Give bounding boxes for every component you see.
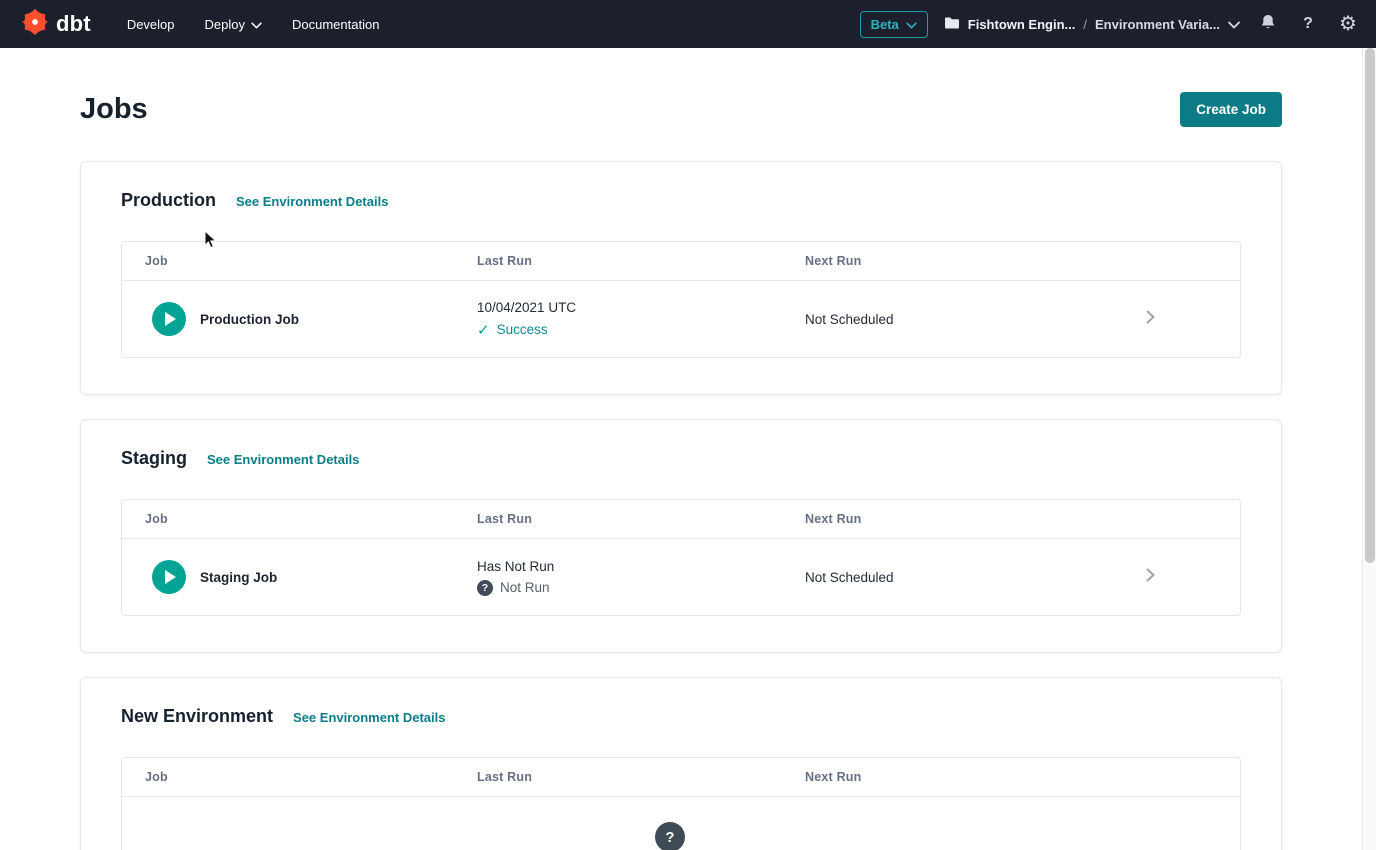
job-table-header: Job Last Run Next Run <box>122 500 1240 539</box>
job-table: Job Last Run Next Run Production Job 10/… <box>121 241 1241 358</box>
column-header-next-run: Next Run <box>782 254 1060 268</box>
job-table-header: Job Last Run Next Run <box>122 242 1240 281</box>
row-chevron-cell <box>1060 308 1240 331</box>
help-button[interactable]: ? <box>1296 12 1320 36</box>
nav-deploy-label: Deploy <box>205 17 245 32</box>
question-circle-icon: ? <box>477 580 493 596</box>
column-header-last-run: Last Run <box>454 512 782 526</box>
beta-selector[interactable]: Beta <box>860 11 928 38</box>
nav-item-deploy[interactable]: Deploy <box>205 17 262 32</box>
chevron-down-icon <box>251 17 262 32</box>
environment-card-header: Production See Environment Details <box>121 190 1241 211</box>
topbar-right: Beta Fishtown Engin... / Environment Var… <box>860 11 1360 38</box>
column-header-next-run: Next Run <box>782 770 1060 784</box>
run-job-button[interactable] <box>152 560 186 594</box>
page-title: Jobs <box>80 93 148 126</box>
nav-documentation-label: Documentation <box>292 17 379 32</box>
see-environment-details-link[interactable]: See Environment Details <box>236 194 388 209</box>
check-icon: ✓ <box>477 321 490 339</box>
play-icon <box>165 570 176 584</box>
nav-item-documentation[interactable]: Documentation <box>292 17 379 32</box>
run-job-button[interactable] <box>152 302 186 336</box>
status-label: Not Run <box>500 580 550 595</box>
beta-label: Beta <box>871 17 899 32</box>
environment-card-header: Staging See Environment Details <box>121 448 1241 469</box>
column-header-job: Job <box>122 770 454 784</box>
page-header: Jobs Create Job <box>80 92 1282 127</box>
bell-icon <box>1259 13 1277 35</box>
notifications-button[interactable] <box>1256 12 1280 36</box>
create-job-button[interactable]: Create Job <box>1180 92 1282 127</box>
job-name: Production Job <box>200 312 299 327</box>
gear-icon: ⚙ <box>1339 14 1357 34</box>
column-header-next-run: Next Run <box>782 512 1060 526</box>
breadcrumb-account: Fishtown Engin... <box>968 17 1076 32</box>
status-label: Success <box>497 322 548 337</box>
environment-card-staging: Staging See Environment Details Job Last… <box>80 419 1282 653</box>
last-run-date: Has Not Run <box>477 559 782 574</box>
chevron-right-icon <box>1141 566 1159 589</box>
environment-card-header: New Environment See Environment Details <box>121 706 1241 727</box>
top-navigation: Develop Deploy Documentation <box>127 17 410 32</box>
job-table: Job Last Run Next Run Staging Job Has No… <box>121 499 1241 616</box>
breadcrumb-current: Environment Varia... <box>1095 17 1220 32</box>
next-run-cell: Not Scheduled <box>782 570 1060 585</box>
job-name: Staging Job <box>200 570 277 585</box>
see-environment-details-link[interactable]: See Environment Details <box>293 710 445 725</box>
dbt-logo-text: dbt <box>56 11 91 37</box>
dbt-logo-icon <box>20 7 50 42</box>
dbt-logo[interactable]: dbt <box>20 7 91 42</box>
last-run-cell: 10/04/2021 UTC ✓ Success <box>454 300 782 339</box>
chevron-right-icon <box>1141 308 1159 331</box>
job-row-production-job[interactable]: Production Job 10/04/2021 UTC ✓ Success … <box>122 281 1240 357</box>
nav-develop-label: Develop <box>127 17 175 32</box>
chevron-down-icon <box>906 17 917 32</box>
job-table: Job Last Run Next Run ? <box>121 757 1241 850</box>
main-content: Jobs Create Job Production See Environme… <box>0 92 1362 850</box>
job-cell: Staging Job <box>122 560 454 594</box>
play-icon <box>165 312 176 326</box>
question-circle-icon: ? <box>655 822 685 850</box>
chevron-down-icon <box>1228 17 1240 32</box>
project-breadcrumb[interactable]: Fishtown Engin... / Environment Varia... <box>944 16 1240 33</box>
job-cell: Production Job <box>122 302 454 336</box>
job-table-header: Job Last Run Next Run <box>122 758 1240 797</box>
empty-jobs-body: ? <box>122 797 1240 850</box>
scrollbar-thumb[interactable] <box>1365 48 1375 563</box>
environment-card-new-environment: New Environment See Environment Details … <box>80 677 1282 850</box>
next-run-cell: Not Scheduled <box>782 312 1060 327</box>
vertical-scrollbar[interactable] <box>1362 48 1376 850</box>
topbar: dbt Develop Deploy Documentation Beta Fi… <box>0 0 1376 48</box>
environment-name: Production <box>121 190 216 211</box>
folder-icon <box>944 16 960 33</box>
last-run-date: 10/04/2021 UTC <box>477 300 782 315</box>
environment-name: New Environment <box>121 706 273 727</box>
column-header-job: Job <box>122 254 454 268</box>
breadcrumb-separator: / <box>1083 17 1087 32</box>
last-run-status: ✓ Success <box>477 321 782 339</box>
job-row-staging-job[interactable]: Staging Job Has Not Run ? Not Run Not Sc… <box>122 539 1240 615</box>
column-header-last-run: Last Run <box>454 770 782 784</box>
column-header-job: Job <box>122 512 454 526</box>
row-chevron-cell <box>1060 566 1240 589</box>
last-run-cell: Has Not Run ? Not Run <box>454 559 782 596</box>
last-run-status: ? Not Run <box>477 580 782 596</box>
environment-card-production: Production See Environment Details Job L… <box>80 161 1282 395</box>
help-icon: ? <box>1303 15 1313 33</box>
nav-item-develop[interactable]: Develop <box>127 17 175 32</box>
column-header-last-run: Last Run <box>454 254 782 268</box>
see-environment-details-link[interactable]: See Environment Details <box>207 452 359 467</box>
environment-name: Staging <box>121 448 187 469</box>
settings-button[interactable]: ⚙ <box>1336 12 1360 36</box>
